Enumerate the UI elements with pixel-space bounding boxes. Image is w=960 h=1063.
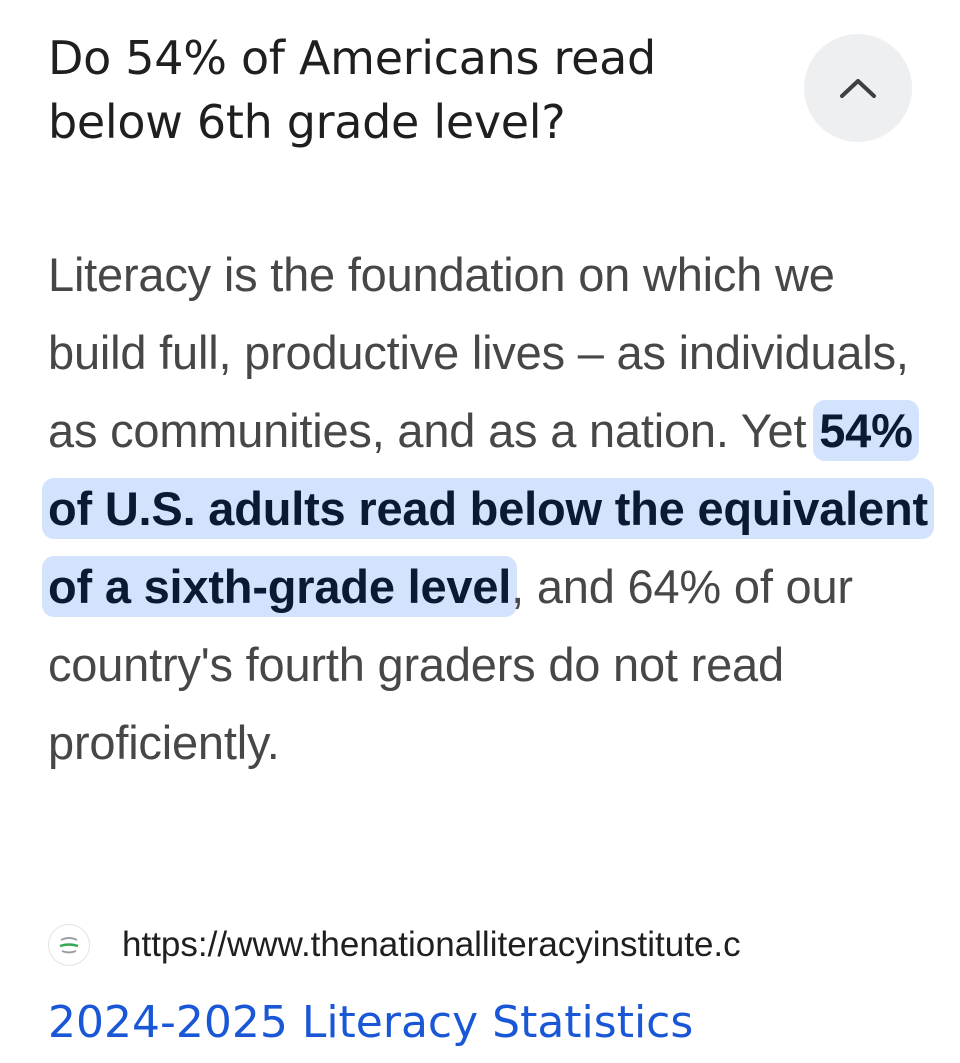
source-url[interactable]: https://www.thenationalliteracyinstitute… bbox=[122, 925, 862, 965]
site-favicon-icon bbox=[48, 924, 90, 966]
faq-header[interactable]: Do 54% of Americans read below 6th grade… bbox=[0, 0, 960, 180]
result-title-link[interactable]: 2024-2025 Literacy Statistics bbox=[48, 992, 693, 1054]
answer-text-before: Literacy is the foundation on which we b… bbox=[48, 248, 909, 457]
source-row[interactable]: https://www.thenationalliteracyinstitute… bbox=[48, 918, 928, 972]
question-title[interactable]: Do 54% of Americans read below 6th grade… bbox=[48, 26, 768, 154]
collapse-button[interactable] bbox=[804, 34, 912, 142]
answer-snippet: Literacy is the foundation on which we b… bbox=[42, 236, 934, 782]
chevron-up-icon bbox=[840, 79, 876, 98]
